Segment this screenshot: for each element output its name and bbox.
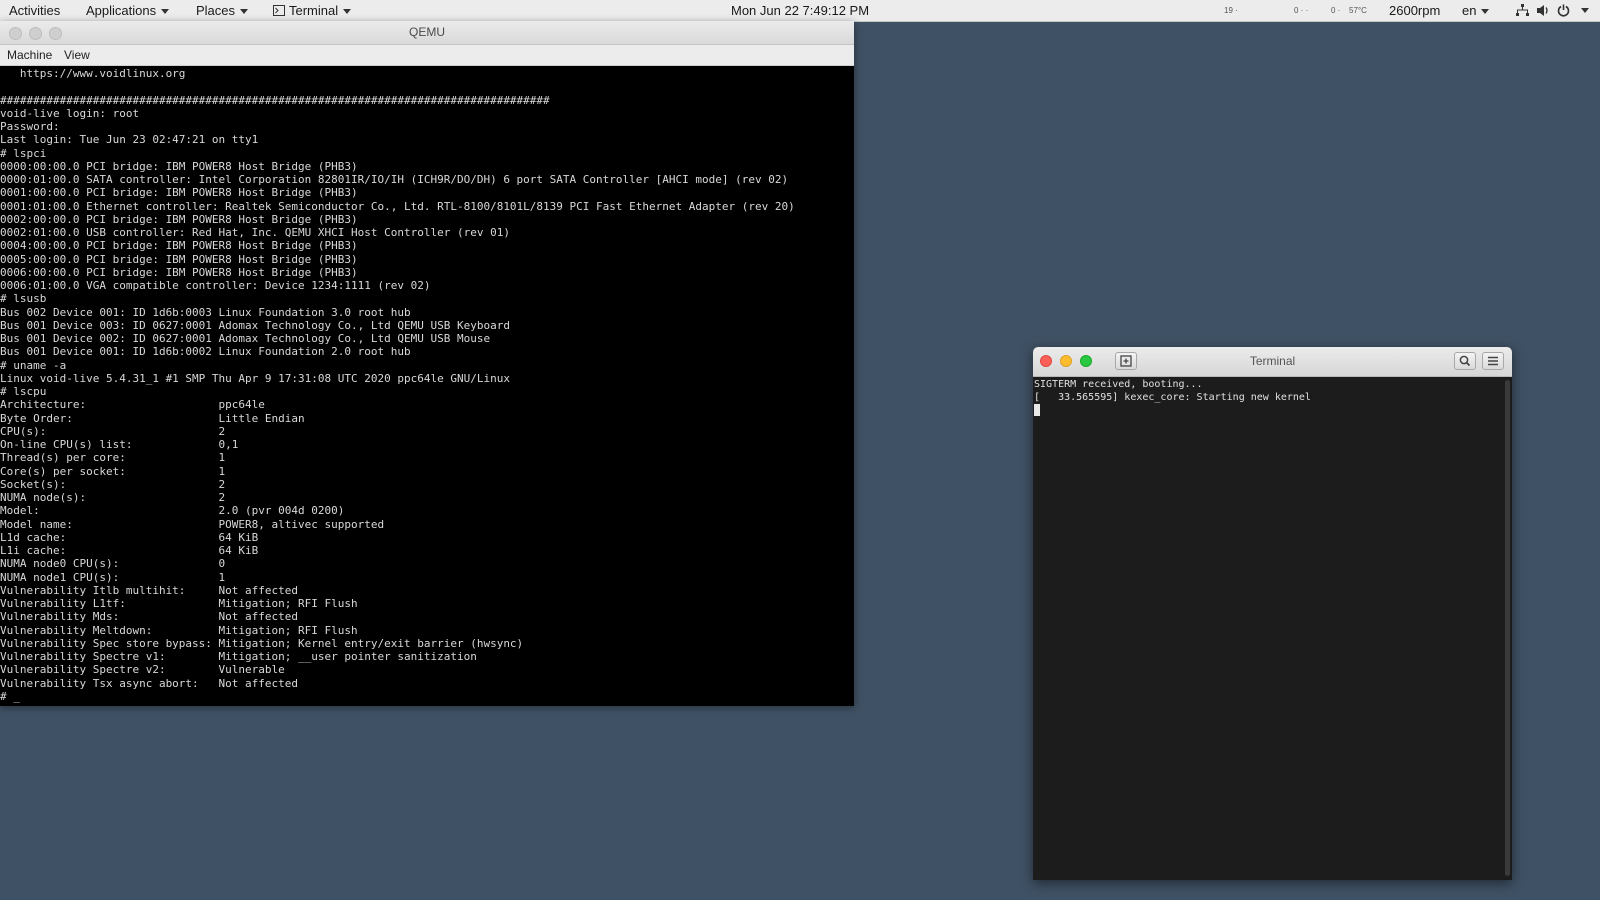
chevron-down-icon bbox=[343, 9, 352, 15]
mem-stat-value: 0 bbox=[1294, 6, 1299, 15]
places-label: Places bbox=[196, 3, 236, 18]
qemu-menubar: Machine View bbox=[0, 45, 854, 66]
console-line: # _ bbox=[0, 689, 20, 703]
scrollbar[interactable] bbox=[1505, 380, 1510, 876]
terminal-window: Terminal SIGTERM received, booting... [ … bbox=[1033, 347, 1512, 880]
console-line: 0000:00:00.0 PCI bridge: IBM POWER8 Host… bbox=[0, 159, 358, 173]
console-line: Linux void-live 5.4.31_1 #1 SMP Thu Apr … bbox=[0, 371, 510, 385]
net-stat: 0 · bbox=[1331, 6, 1341, 15]
console-line: # uname -a bbox=[0, 358, 67, 372]
console-line: Bus 001 Device 001: ID 1d6b:0002 Linux F… bbox=[0, 345, 411, 359]
console-line: Vulnerability Itlb multihit: Not affecte… bbox=[0, 583, 299, 597]
terminal-app-menu[interactable]: Terminal bbox=[273, 0, 352, 21]
activities-button[interactable]: Activities bbox=[9, 0, 60, 21]
console-line: Vulnerability L1tf: Mitigation; RFI Flus… bbox=[0, 597, 358, 610]
applications-label: Applications bbox=[86, 3, 157, 18]
terminal-output[interactable]: SIGTERM received, booting... [ 33.565595… bbox=[1034, 378, 1504, 878]
console-line: ########################################… bbox=[0, 93, 550, 107]
menu-view[interactable]: View bbox=[64, 45, 90, 65]
window-title: Terminal bbox=[1249, 354, 1296, 368]
console-line: # lscpu bbox=[0, 385, 47, 398]
top-bar: Activities Applications Places Terminal … bbox=[0, 0, 1600, 22]
qemu-window: QEMU Machine View https://www.voidlinux.… bbox=[0, 21, 854, 706]
terminal-cursor-line bbox=[1034, 404, 1504, 417]
console-line: Model: 2.0 (pvr 004d 0200) bbox=[0, 504, 345, 518]
console-line: NUMA node0 CPU(s): 0 bbox=[0, 557, 226, 571]
terminal-icon bbox=[273, 5, 285, 16]
console-line: Byte Order: Little Endian bbox=[0, 411, 305, 425]
console-line: Vulnerability Tsx async abort: Not affec… bbox=[0, 676, 299, 690]
console-line: Model name: POWER8, altivec supported bbox=[0, 517, 385, 531]
text-cursor bbox=[1034, 404, 1040, 416]
menu-machine[interactable]: Machine bbox=[7, 45, 52, 65]
menu-button[interactable] bbox=[1482, 352, 1504, 370]
console-line: Thread(s) per core: 1 bbox=[0, 451, 226, 465]
console-line: 0005:00:00.0 PCI bridge: IBM POWER8 Host… bbox=[0, 252, 358, 266]
search-button[interactable] bbox=[1454, 352, 1476, 370]
console-line: CPU(s): 2 bbox=[0, 424, 226, 438]
window-title: QEMU bbox=[409, 25, 445, 39]
console-line: Vulnerability Spectre v1: Mitigation; __… bbox=[0, 650, 477, 663]
console-line: L1i cache: 64 KiB bbox=[0, 544, 259, 557]
hamburger-icon bbox=[1488, 356, 1498, 366]
console-line: 0001:01:00.0 Ethernet controller: Realte… bbox=[0, 199, 795, 213]
console-line: 0001:00:00.0 PCI bridge: IBM POWER8 Host… bbox=[0, 186, 358, 200]
chevron-down-icon[interactable] bbox=[1581, 8, 1589, 13]
power-icon[interactable] bbox=[1557, 4, 1570, 17]
console-line: Bus 001 Device 003: ID 0627:0001 Adomax … bbox=[0, 318, 510, 332]
temperature: 57°C bbox=[1349, 6, 1367, 15]
qemu-titlebar[interactable]: QEMU bbox=[0, 21, 854, 45]
console-line: On-line CPU(s) list: 0,1 bbox=[0, 438, 239, 451]
terminal-app-label: Terminal bbox=[289, 3, 339, 18]
console-line: 0006:01:00.0 VGA compatible controller: … bbox=[0, 279, 431, 292]
console-line: Architecture: ppc64le bbox=[0, 398, 265, 412]
console-line: Last login: Tue Jun 23 02:47:21 on tty1 bbox=[0, 133, 259, 147]
console-line: 0002:01:00.0 USB controller: Red Hat, In… bbox=[0, 226, 510, 239]
language-label: en bbox=[1462, 3, 1477, 18]
console-line: # lsusb bbox=[0, 292, 47, 306]
volume-icon[interactable] bbox=[1536, 4, 1550, 17]
chevron-down-icon bbox=[161, 9, 170, 15]
console-line: Vulnerability Spectre v2: Vulnerable bbox=[0, 663, 285, 677]
console-line: Socket(s): 2 bbox=[0, 477, 226, 491]
chevron-down-icon bbox=[240, 9, 249, 15]
console-line: Vulnerability Spec store bypass: Mitigat… bbox=[0, 636, 524, 650]
cpu-stat-value: 19 bbox=[1224, 6, 1233, 15]
terminal-line: SIGTERM received, booting... bbox=[1034, 379, 1203, 390]
console-line: Vulnerability Mds: Not affected bbox=[0, 610, 299, 624]
console-line: L1d cache: 64 KiB bbox=[0, 530, 259, 544]
console-line: NUMA node1 CPU(s): 1 bbox=[0, 570, 226, 584]
console-line: Password: bbox=[0, 120, 60, 133]
console-line: 0004:00:00.0 PCI bridge: IBM POWER8 Host… bbox=[0, 239, 358, 253]
console-line: void-live login: root bbox=[0, 106, 140, 120]
places-menu[interactable]: Places bbox=[196, 0, 249, 21]
console-line: Vulnerability Meltdown: Mitigation; RFI … bbox=[0, 623, 358, 637]
fan-speed: 2600rpm bbox=[1389, 3, 1441, 18]
vm-console[interactable]: https://www.voidlinux.org ###############… bbox=[0, 66, 854, 706]
chevron-down-icon bbox=[1481, 9, 1490, 15]
cpu-stat: 19 · bbox=[1224, 6, 1238, 15]
console-line: Bus 001 Device 002: ID 0627:0001 Adomax … bbox=[0, 332, 491, 345]
console-line: # lspci bbox=[0, 146, 47, 160]
console-line: 0002:00:00.0 PCI bridge: IBM POWER8 Host… bbox=[0, 212, 358, 226]
console-line: Bus 002 Device 001: ID 1d6b:0003 Linux F… bbox=[0, 305, 411, 319]
network-icon[interactable] bbox=[1516, 4, 1529, 17]
terminal-line: [ 33.565595] kexec_core: Starting new ke… bbox=[1034, 392, 1311, 403]
console-line: NUMA node(s): 2 bbox=[0, 491, 226, 504]
console-line: 0006:00:00.0 PCI bridge: IBM POWER8 Host… bbox=[0, 265, 358, 279]
terminal-titlebar[interactable]: Terminal bbox=[1033, 347, 1512, 377]
console-line: https://www.voidlinux.org bbox=[0, 67, 186, 80]
search-icon bbox=[1459, 355, 1471, 367]
console-line: 0000:01:00.0 SATA controller: Intel Corp… bbox=[0, 173, 789, 186]
net-stat-value: 0 bbox=[1331, 6, 1336, 15]
clock[interactable]: Mon Jun 22 7:49:12 PM bbox=[731, 0, 869, 21]
language-menu[interactable]: en bbox=[1462, 0, 1490, 21]
mem-stat: 0 · · bbox=[1294, 6, 1309, 15]
applications-menu[interactable]: Applications bbox=[86, 0, 170, 21]
console-line: Core(s) per socket: 1 bbox=[0, 464, 226, 478]
